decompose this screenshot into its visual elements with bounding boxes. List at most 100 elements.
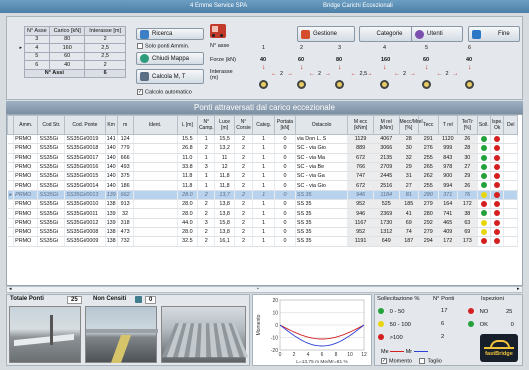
grid-column-header[interactable]: Categ. <box>252 115 276 135</box>
grid-cell-id[interactable] <box>133 236 178 247</box>
grid-cell-trel[interactable]: 843 <box>438 153 459 163</box>
grid-cell-ost[interactable]: SC - via Ga <box>295 171 349 182</box>
grid-cell-ost[interactable]: SS 35 <box>295 236 349 247</box>
delete-cell[interactable] <box>503 190 518 201</box>
grid-cell-ost[interactable]: SS 35 <box>295 199 349 210</box>
delete-cell[interactable] <box>503 143 518 154</box>
categorie-button[interactable]: Categorie <box>359 26 417 42</box>
grid-cell-mrel[interactable]: 4067 <box>373 134 400 145</box>
grid-cell-tecc[interactable]: 291 <box>418 134 439 145</box>
grid-cell-perc[interactable]: 32 <box>399 153 420 163</box>
grid-cell-km[interactable]: 138 <box>105 236 118 247</box>
grid-cell-trel[interactable]: 371 <box>438 190 459 201</box>
grid-cell-tecc[interactable]: 255 <box>418 180 439 191</box>
grid-cell-camp[interactable]: 1 <box>197 171 216 182</box>
grid-cell-m[interactable]: 913 <box>117 199 134 210</box>
taglio-checkbox[interactable] <box>419 358 426 364</box>
delete-cell[interactable] <box>503 236 518 247</box>
grid-row[interactable]: ▸ PRMO SS35Gi SS35Gi/0013 139 662 28.0 2 13,7 2 1 0… <box>7 190 518 201</box>
grid-cell-camp[interactable]: 2 <box>197 208 216 219</box>
grid-cell-km[interactable]: 140 <box>105 153 118 163</box>
grid-cell-km[interactable]: 140 <box>105 180 118 191</box>
delete-cell[interactable] <box>503 171 518 182</box>
grid-cell-perc[interactable]: 29 <box>399 162 420 173</box>
grid-cell-camp[interactable]: 2 <box>197 199 216 210</box>
grid-cell-km[interactable]: 140 <box>105 171 118 182</box>
grid-cell-camp[interactable]: 2 <box>197 190 216 201</box>
grid-row[interactable]: PRMO SS35Gi SS35Gi/0019 141 124 15.5 1 15,5 2 1 0 v… <box>7 134 518 145</box>
grid-column-header[interactable]: Ispe. Ok <box>489 115 505 135</box>
grid-column-header[interactable]: Del <box>503 115 518 135</box>
grid-cell-amm[interactable]: PRMO <box>13 236 39 247</box>
grid-cell-id[interactable] <box>133 190 178 201</box>
grid-cell-str[interactable]: SS35Gi <box>37 171 66 182</box>
grid-cell-str[interactable]: SS35Gi <box>37 190 66 201</box>
grid-cell-id[interactable] <box>133 208 178 219</box>
grid-cell-m[interactable]: 186 <box>117 180 134 191</box>
grid-cell-perc[interactable]: 185 <box>399 199 420 210</box>
grid-cell-cat[interactable]: 1 <box>252 134 276 145</box>
grid-cell-mecc[interactable]: 946 <box>347 208 374 219</box>
grid-column-header[interactable]: Km <box>104 115 118 135</box>
axle-number[interactable]: 4 <box>23 43 51 53</box>
grid-cell-trel[interactable]: 900 <box>438 171 459 182</box>
grid-cell-port[interactable]: 0 <box>274 199 296 210</box>
grid-cell-l[interactable]: 44.0 <box>177 218 199 228</box>
grid-cell-l[interactable]: 28.0 <box>177 208 199 219</box>
grid-cell-l[interactable]: 11.8 <box>177 180 199 191</box>
axle-row[interactable]: 3 80 2 <box>18 34 126 44</box>
grid-cell-mrel[interactable]: 525 <box>373 199 400 210</box>
grid-cell-ponte[interactable]: SS35Gi/0009 <box>64 236 106 247</box>
grid-cell-km[interactable]: 140 <box>105 162 118 173</box>
grid-row[interactable]: PRMO SS35Gi SS35Gi/0018 140 779 26.8 2 13,2 2 1 0 S… <box>7 143 518 154</box>
grid-cell-tperc[interactable]: 172 <box>457 199 478 210</box>
grid-cell-km[interactable]: 139 <box>105 218 118 228</box>
grid-cell-corsie[interactable]: 2 <box>234 218 254 228</box>
grid-cell-mecc[interactable]: 747 <box>347 171 374 182</box>
grid-cell-luce[interactable]: 11,8 <box>214 171 235 182</box>
grid-column-header[interactable]: Luce [m] <box>214 115 235 135</box>
grid-cell-perc[interactable]: 69 <box>399 218 420 228</box>
grid-cell-port[interactable]: 0 <box>274 153 296 163</box>
grid-column-header[interactable]: Amm. <box>13 115 39 135</box>
grid-cell-mrel[interactable]: 2135 <box>373 153 400 163</box>
grid-cell-ponte[interactable]: SS35Gi/0010 <box>64 199 106 210</box>
grid-row[interactable]: PRMO SS35Gi SS35Gi/0015 140 375 11.8 1 11,8 2 1 0 S… <box>7 171 518 182</box>
grid-cell-amm[interactable]: PRMO <box>13 199 39 210</box>
grid-cell-port[interactable]: 0 <box>274 208 296 219</box>
grid-cell-tecc[interactable]: 279 <box>418 227 439 238</box>
grid-cell-mecc[interactable]: 1129 <box>347 134 374 145</box>
bridge-photo-3[interactable] <box>161 306 249 363</box>
grid-cell-mecc[interactable]: 889 <box>347 143 374 154</box>
grid-cell-l[interactable]: 28.0 <box>177 190 199 201</box>
grid-cell-corsie[interactable]: 2 <box>234 171 254 182</box>
grid-cell-ponte[interactable]: SS35Gi/0019 <box>64 134 106 145</box>
grid-column-header[interactable]: Mecc/Mrel [%] <box>398 115 423 135</box>
grid-cell-port[interactable]: 0 <box>274 171 296 182</box>
grid-cell-str[interactable]: SS35Gi <box>37 143 66 154</box>
grid-cell-l[interactable]: 11.8 <box>177 171 199 182</box>
grid-column-header[interactable]: Ident. <box>132 115 178 135</box>
grid-row[interactable]: PRMO SS35Gi SS35Gi/0016 140 493 33.8 3 12 2 1 0 SC … <box>7 162 518 173</box>
auto-calc-option[interactable]: ✓ Calcolo automatico <box>137 89 192 95</box>
grid-cell-mrel[interactable]: 1730 <box>373 218 400 228</box>
grid-cell-trel[interactable]: 978 <box>438 162 459 173</box>
grid-cell-tperc[interactable]: 173 <box>457 236 478 247</box>
scroll-left-icon[interactable]: ◂ <box>9 287 12 292</box>
grid-cell-trel[interactable]: 999 <box>438 143 459 154</box>
delete-cell[interactable] <box>503 134 518 145</box>
grid-cell-amm[interactable]: PRMO <box>13 143 39 154</box>
grid-cell-perc[interactable]: 74 <box>399 227 420 238</box>
grid-cell-str[interactable]: SS35Gi <box>37 236 66 247</box>
grid-cell-mecc[interactable]: 1167 <box>347 218 374 228</box>
grid-cell-mecc[interactable]: 672 <box>347 153 374 163</box>
grid-cell-corsie[interactable]: 2 <box>234 227 254 238</box>
grid-cell-luce[interactable]: 13,8 <box>214 199 235 210</box>
grid-column-header[interactable]: Cod. Ponte <box>64 115 106 135</box>
grid-cell-tperc[interactable]: 76 <box>457 190 478 201</box>
grid-cell-mrel[interactable]: 2516 <box>373 180 400 191</box>
grid-cell-ponte[interactable]: SS35Gi/0014 <box>64 180 106 191</box>
axle-distance[interactable]: 2,5 <box>84 43 126 53</box>
delete-cell[interactable] <box>503 199 518 210</box>
grid-column-header[interactable]: N° Camp. <box>197 115 216 135</box>
